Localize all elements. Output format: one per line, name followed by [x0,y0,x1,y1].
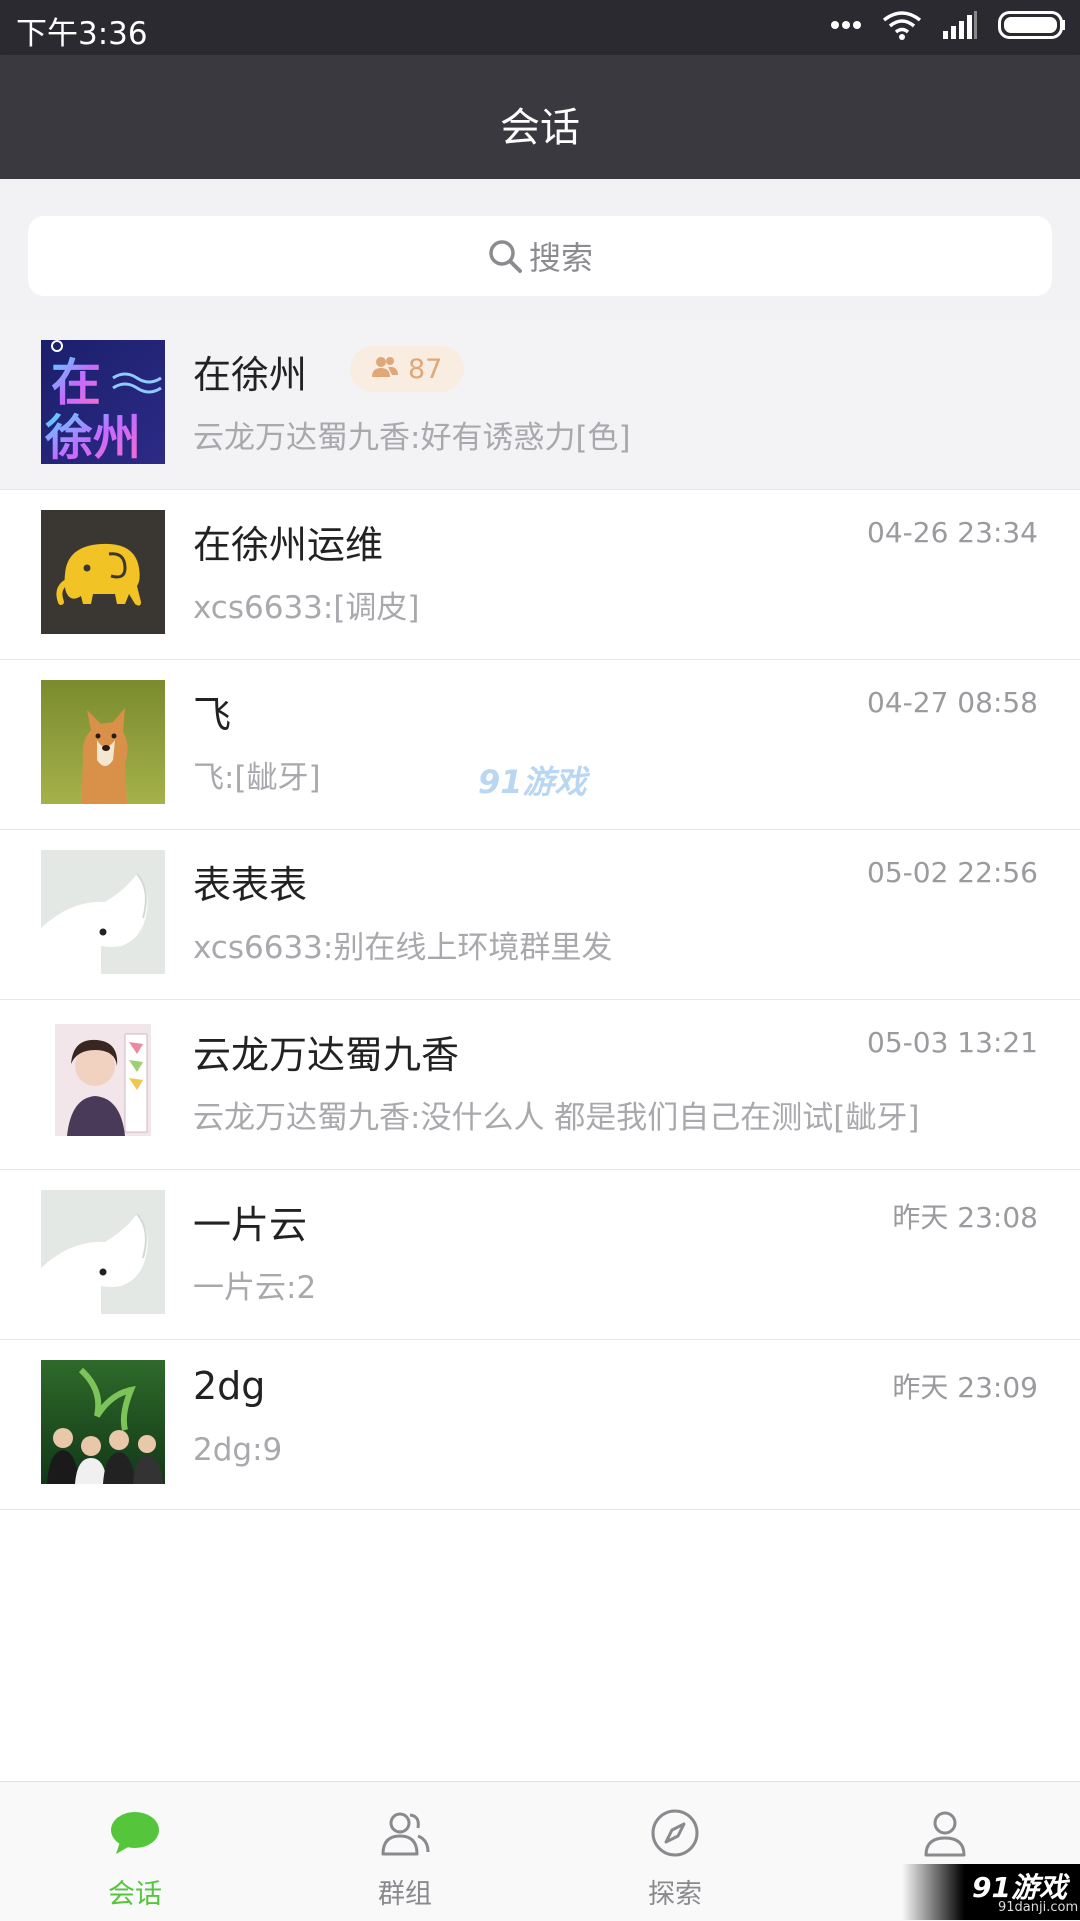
tab-label: 群组 [378,1879,432,1910]
conversation-preview: xcs6633:别在线上环境群里发 [193,930,613,966]
search-input[interactable]: 搜索 [28,216,1052,296]
conversation-name: 在徐州运维 [193,523,384,567]
movie-poster-avatar [41,1360,165,1484]
conversation-name: 飞 [193,693,232,737]
tab-label: 探索 [648,1879,702,1910]
conversation-row[interactable]: 表表表 05-02 22:56 xcs6633:别在线上环境群里发 [0,830,1080,1000]
more-dots-icon [830,19,862,31]
members-icon [372,354,398,385]
conversation-row[interactable]: 一片云 昨天 23:08 一片云:2 [0,1170,1080,1340]
tab-explore[interactable]: 探索 [540,1782,810,1921]
conversation-name: 表表表 [193,863,308,907]
conversation-preview: 2dg:9 [193,1432,283,1468]
tab-conversations[interactable]: 会话 [0,1782,270,1921]
shiba-dog-avatar [41,680,165,804]
conversation-preview: xcs6633:[调皮] [193,590,420,626]
conversation-name: 2dg [193,1364,266,1408]
avatar-text-top: 在 [51,354,101,412]
elephant-default-avatar [41,1190,165,1314]
person-icon [920,1808,970,1858]
tab-label: 会话 [108,1879,162,1910]
conversation-row[interactable]: 飞 04-27 08:58 飞:[龇牙] [0,660,1080,830]
avatar-text-bottom: 徐州 [44,410,141,464]
conversation-name: 一片云 [193,1203,308,1247]
search-icon [487,238,523,274]
member-count-badge: 87 [350,346,465,392]
conversation-time: 昨天 23:09 [892,1371,1038,1404]
watermark-logo: 91游戏 [478,763,587,801]
status-time: 下午3:36 [16,16,148,52]
status-bar: 下午3:36 [0,0,1080,55]
battery-icon [998,11,1066,39]
conversation-name: 在徐州 [193,353,308,397]
conversation-row[interactable]: 在徐州运维 04-26 23:34 xcs6633:[调皮] [0,490,1080,660]
chat-bubble-icon [110,1808,160,1858]
conversation-row[interactable]: 2dg 昨天 23:09 2dg:9 [0,1340,1080,1510]
wifi-icon [882,10,922,40]
conversation-preview: 飞:[龇牙] [193,760,321,796]
conversation-time: 05-02 22:56 [867,856,1038,889]
conversation-name: 云龙万达蜀九香 [193,1033,460,1077]
tab-groups[interactable]: 群组 [270,1782,540,1921]
conversation-row[interactable]: 云龙万达蜀九香 05-03 13:21 云龙万达蜀九香:没什么人 都是我们自己在… [0,1000,1080,1170]
photo-avatar [41,1020,165,1144]
watermark-corner: 91游戏 91danji.com [902,1864,1080,1920]
conversation-list: 在 徐州 在徐州 87 云龙万达蜀九香:好有诱惑力[色] 在徐州运维 04-26… [0,320,1080,1510]
conversation-preview: 云龙万达蜀九香:好有诱惑力[色] [193,420,631,456]
elephant-yellow-avatar [41,510,165,634]
conversation-time: 04-27 08:58 [867,686,1038,719]
conversation-preview: 云龙万达蜀九香:没什么人 都是我们自己在测试[龇牙] [193,1100,920,1136]
nav-bar: 会话 [0,55,1080,179]
conversation-time: 05-03 13:21 [867,1026,1038,1059]
search-placeholder: 搜索 [528,239,593,277]
compass-icon [650,1808,700,1858]
search-area: 搜索 [0,179,1080,320]
page-title: 会话 [500,105,580,151]
member-count: 87 [408,353,443,385]
signal-icon [942,11,978,39]
elephant-default-avatar [41,850,165,974]
status-icons [830,10,1066,40]
group-avatar: 在 徐州 [41,340,165,464]
watermark-corner-url: 91danji.com [998,1900,1079,1915]
conversation-time: 04-26 23:34 [867,516,1038,549]
group-users-icon [380,1808,430,1858]
conversation-preview: 一片云:2 [193,1270,317,1306]
conversation-time: 昨天 23:08 [892,1201,1038,1234]
conversation-row[interactable]: 在 徐州 在徐州 87 云龙万达蜀九香:好有诱惑力[色] [0,320,1080,490]
